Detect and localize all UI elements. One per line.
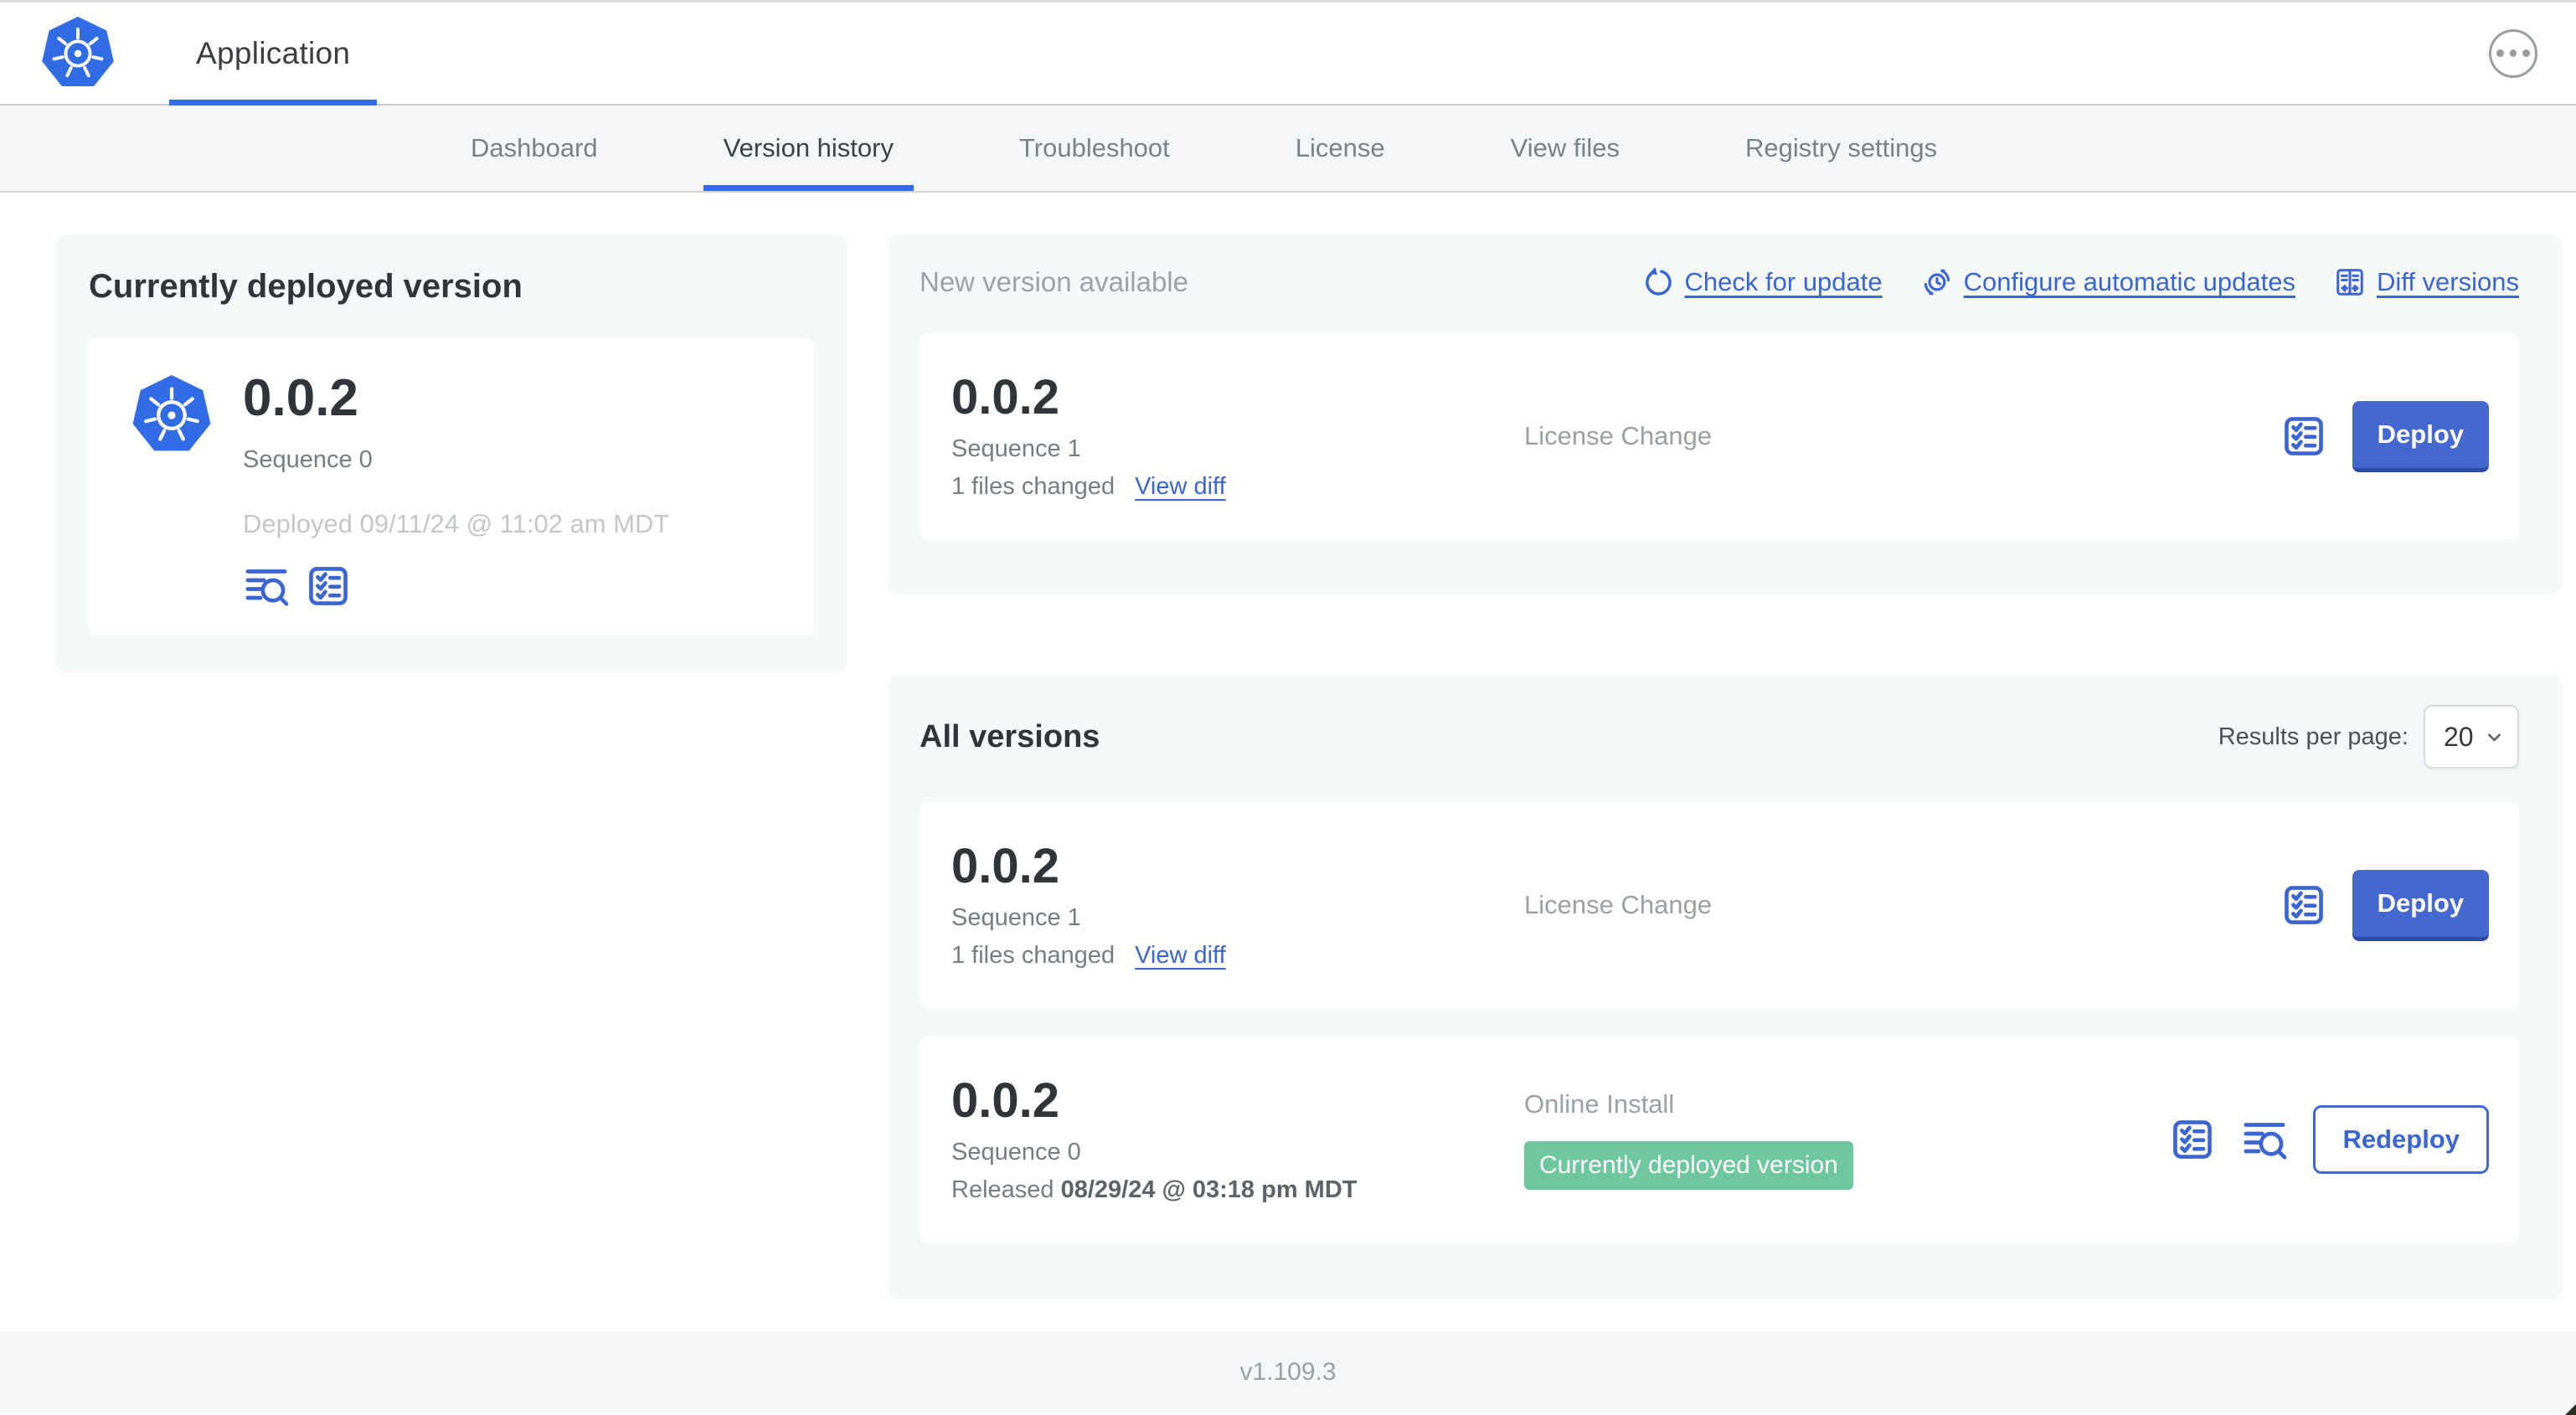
files-changed-label: 1 files changed — [951, 473, 1115, 500]
chevron-down-icon — [2488, 733, 2501, 741]
new-version-card: 0.0.2 Sequence 1 1 files changed View di… — [920, 333, 2519, 539]
view-diff-link[interactable]: View diff — [1135, 942, 1226, 970]
tab-dashboard[interactable]: Dashboard — [471, 105, 598, 191]
version-source-label: Online Install — [1524, 1089, 1675, 1119]
sequence-label: Sequence 0 — [951, 1139, 1081, 1165]
deployed-sequence-label: Sequence 0 — [243, 446, 373, 473]
view-diff-link[interactable]: View diff — [1135, 473, 1226, 501]
view-deploy-logs-button[interactable] — [2241, 1116, 2288, 1163]
logs-icon — [2241, 1116, 2288, 1163]
app-footer: v1.109.3 — [0, 1331, 2576, 1413]
all-versions-panel: All versions Results per page: 20 0.0.2 … — [888, 675, 2563, 1299]
release-notes-icon — [2280, 882, 2327, 929]
released-timestamp: 08/29/24 @ 03:18 pm MDT — [1060, 1176, 1358, 1203]
version-label: 0.0.2 — [951, 1073, 1059, 1128]
sequence-label: Sequence 1 — [951, 904, 1081, 931]
release-notes-icon — [2280, 413, 2327, 460]
diff-versions-link[interactable]: Diff versions — [2334, 266, 2519, 298]
deployed-version-label: 0.0.2 — [243, 369, 358, 427]
sequence-label: Sequence 1 — [951, 435, 1081, 462]
ellipsis-icon — [2496, 49, 2504, 57]
active-tab-underline — [703, 185, 914, 191]
version-label: 0.0.2 — [951, 839, 1059, 893]
all-versions-title: All versions — [920, 718, 1100, 754]
active-app-underline — [169, 100, 378, 105]
new-version-title: New version available — [920, 266, 1188, 297]
refresh-icon — [1645, 266, 1672, 296]
results-per-page-value: 20 — [2444, 721, 2474, 752]
schedule-update-icon — [1924, 267, 1950, 297]
release-notes-button[interactable] — [2280, 413, 2327, 460]
overflow-menu-button[interactable] — [2489, 28, 2537, 78]
release-notes-button[interactable] — [2280, 882, 2327, 929]
logs-icon — [243, 563, 290, 610]
view-deploy-logs-button[interactable] — [243, 563, 290, 610]
configure-automatic-updates-link[interactable]: Configure automatic updates — [1921, 266, 2295, 298]
currently-deployed-badge: Currently deployed version — [1524, 1141, 1853, 1190]
main-content: Currently deployed version 0.0.2 Sequenc… — [0, 193, 2576, 1331]
deploy-button[interactable]: Deploy — [2352, 869, 2489, 941]
version-row: 0.0.2 Sequence 0 Released 08/29/24 @ 03:… — [920, 1037, 2519, 1243]
app-header: Application — [0, 3, 2576, 105]
currently-deployed-panel: Currently deployed version 0.0.2 Sequenc… — [55, 234, 848, 673]
kubernetes-logo — [40, 14, 116, 88]
version-row: 0.0.2 Sequence 1 1 files changed View di… — [920, 802, 2519, 1008]
files-changed-label: 1 files changed — [951, 942, 1115, 969]
app-tab[interactable]: Application — [169, 3, 378, 105]
version-source-block: Online Install Currently deployed versio… — [1524, 1089, 2169, 1190]
release-notes-icon — [305, 563, 352, 610]
app-title: Application — [196, 35, 351, 70]
window-corner-artifact — [2565, 1404, 2576, 1415]
tab-license[interactable]: License — [1296, 105, 1385, 191]
results-per-page-label: Results per page: — [2218, 723, 2409, 750]
tab-view-files[interactable]: View files — [1511, 105, 1620, 191]
app-subnav: Dashboard Version history Troubleshoot L… — [0, 105, 2576, 193]
currently-deployed-title: Currently deployed version — [89, 268, 523, 305]
released-prefix: Released — [951, 1176, 1054, 1203]
deploy-button[interactable]: Deploy — [2352, 400, 2489, 472]
tab-version-history[interactable]: Version history — [703, 105, 914, 191]
release-notes-icon — [2169, 1116, 2216, 1163]
version-label: 0.0.2 — [951, 370, 1059, 424]
tab-troubleshoot[interactable]: Troubleshoot — [1019, 105, 1170, 191]
deployed-timestamp: Deployed 09/11/24 @ 11:02 am MDT — [243, 509, 670, 538]
tab-registry-settings[interactable]: Registry settings — [1745, 105, 1937, 191]
release-notes-button[interactable] — [305, 563, 352, 610]
diff-icon — [2336, 269, 2363, 296]
redeploy-button[interactable]: Redeploy — [2313, 1105, 2489, 1174]
version-source-label: License Change — [1524, 890, 1713, 919]
currently-deployed-card: 0.0.2 Sequence 0 Deployed 09/11/24 @ 11:… — [89, 337, 814, 635]
new-version-panel: New version available Check for update C… — [888, 234, 2563, 594]
version-source-label: License Change — [1524, 421, 1713, 450]
check-for-update-link[interactable]: Check for update — [1642, 266, 1883, 298]
results-per-page-select[interactable]: 20 — [2424, 705, 2519, 769]
kubernetes-app-icon — [129, 373, 214, 458]
console-version-label: v1.109.3 — [1239, 1358, 1337, 1386]
release-notes-button[interactable] — [2169, 1116, 2216, 1163]
